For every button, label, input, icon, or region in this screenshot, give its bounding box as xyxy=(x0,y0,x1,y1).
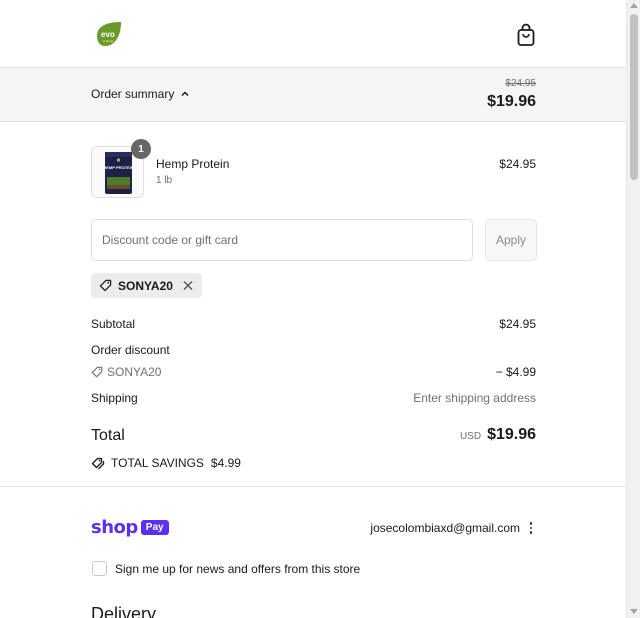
logo-subtext: & hemp xyxy=(103,39,114,43)
subtotal-value: $24.95 xyxy=(499,317,536,331)
store-logo[interactable]: evo & hemp xyxy=(93,20,123,48)
account-email: josecolombiaxd@gmail.com xyxy=(370,521,520,535)
discount-code-input[interactable] xyxy=(91,219,473,261)
more-options-icon[interactable] xyxy=(527,520,535,536)
discount-code-line: SONYA20 xyxy=(91,365,161,379)
scroll-down-arrow[interactable] xyxy=(630,609,638,614)
product-variant: 1 lb xyxy=(156,175,173,186)
currency-code: USD xyxy=(459,431,482,442)
tags-icon xyxy=(91,457,105,469)
total-savings-value: $4.99 xyxy=(210,456,241,470)
summary-total: $19.96 xyxy=(487,93,536,110)
order-summary-toggle[interactable]: Order summary xyxy=(91,87,190,101)
cart-button[interactable] xyxy=(514,22,538,48)
remove-discount-button[interactable] xyxy=(182,280,194,292)
product-price: $24.95 xyxy=(499,157,536,171)
product-name: Hemp Protein xyxy=(156,157,230,171)
total-savings-label: TOTAL SAVINGS xyxy=(111,456,204,470)
header: evo & hemp xyxy=(0,0,626,68)
delivery-heading: Delivery xyxy=(91,604,157,618)
quantity-badge: 1 xyxy=(131,139,151,159)
vertical-scrollbar[interactable] xyxy=(626,0,640,618)
total-label: Total xyxy=(91,427,125,444)
scroll-up-arrow[interactable] xyxy=(630,3,638,8)
total-savings: TOTAL SAVINGS $4.99 xyxy=(91,456,241,470)
total-amount: $19.96 xyxy=(487,426,536,443)
shop-pay-logo: shop Pay xyxy=(91,517,169,538)
logo-text: evo xyxy=(101,30,115,39)
pay-badge: Pay xyxy=(140,520,169,535)
subtotal-label: Subtotal xyxy=(91,317,136,331)
order-summary-bar: Order summary $24.95 $19.96 xyxy=(0,68,626,122)
checkout-page: evo & hemp Order summary $24.95 $19.96 H… xyxy=(0,0,626,618)
order-discount-label: Order discount xyxy=(91,343,170,357)
newsletter-checkbox[interactable] xyxy=(92,561,107,576)
applied-code: SONYA20 xyxy=(118,278,173,293)
product-image-label: HEMP PROTEIN xyxy=(103,165,133,170)
scroll-thumb[interactable] xyxy=(630,14,638,180)
close-icon xyxy=(183,281,193,290)
shop-word: shop xyxy=(91,517,138,538)
shopping-bag-icon xyxy=(517,23,535,46)
applied-discount-chip: SONYA20 xyxy=(91,273,202,298)
original-total: $24.95 xyxy=(505,78,536,89)
order-summary-label: Order summary xyxy=(91,87,175,101)
tag-icon xyxy=(99,279,112,292)
apply-discount-button[interactable]: Apply xyxy=(485,219,537,261)
shipping-value: Enter shipping address xyxy=(413,391,536,405)
newsletter-label[interactable]: Sign me up for news and offers from this… xyxy=(115,562,360,576)
tag-icon xyxy=(91,366,103,378)
discount-code: SONYA20 xyxy=(107,365,162,379)
section-divider xyxy=(0,486,626,487)
total-amount-wrap: USD $19.96 xyxy=(460,426,536,444)
discount-value: − $4.99 xyxy=(495,365,536,379)
chevron-up-icon xyxy=(181,91,189,97)
shipping-label: Shipping xyxy=(91,391,138,405)
